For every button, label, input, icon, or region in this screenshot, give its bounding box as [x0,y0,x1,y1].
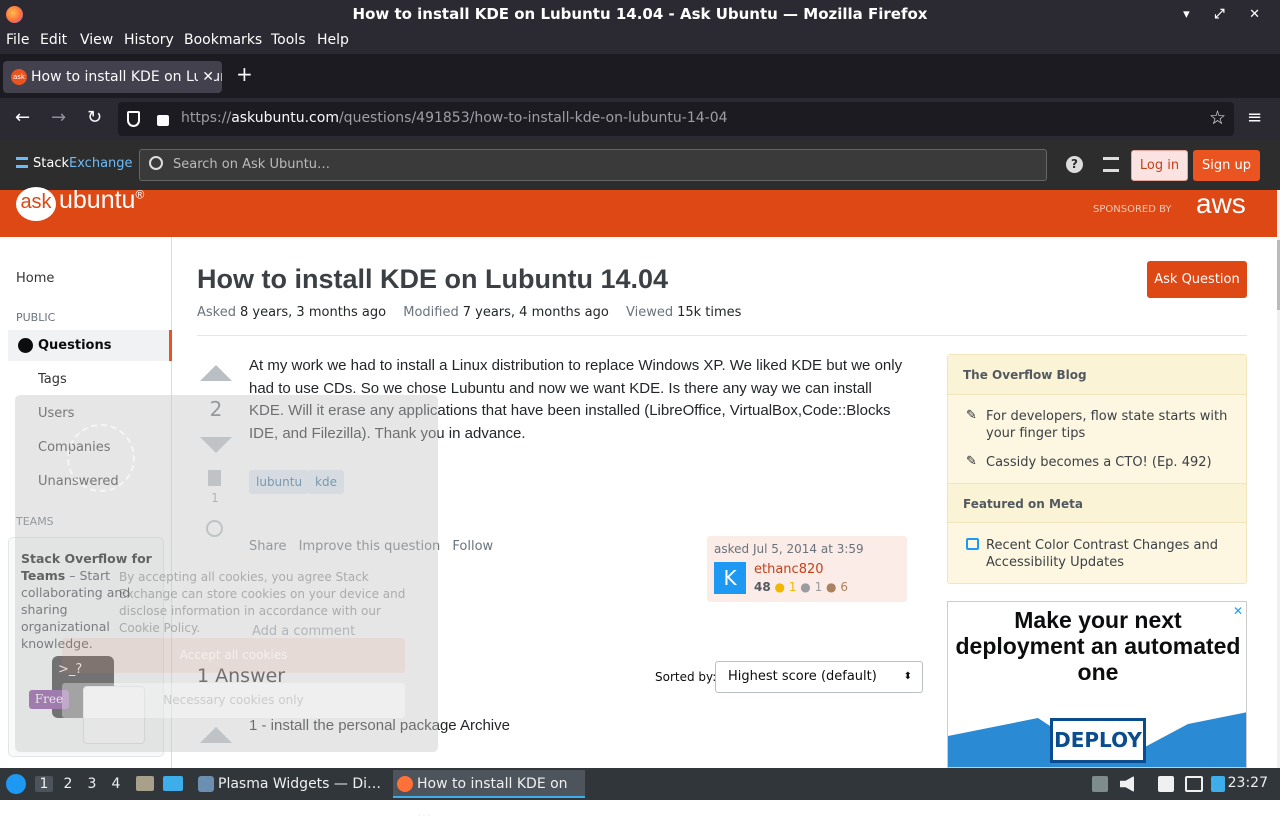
tab-active[interactable]: ask How to install KDE on Lubuntu 14.04 … [3,61,222,93]
globe-icon [18,338,33,353]
sidebar-item-questions[interactable]: Questions [8,330,172,361]
divider [197,335,1247,336]
sort-label: Sorted by: [655,670,717,684]
stackexchange-topbar: StackExchange Search on Ask Ubuntu… ? Lo… [0,140,1280,190]
clipboard-icon[interactable] [1158,776,1174,792]
forward-icon[interactable]: → [51,107,66,128]
sponsored-by-label: SPONSORED BY [1093,204,1172,215]
advertisement[interactable]: Make your next deployment an automated o… [947,601,1247,768]
follow-link[interactable]: Follow [452,539,493,554]
firefox-icon [6,6,23,23]
gold-badge: ● 1 [774,580,797,594]
aws-logo[interactable]: aws [1196,188,1246,220]
cookie-consent-overlay: By accepting all cookies, you agree Stac… [15,395,438,752]
search-icon [149,156,163,170]
ad-deploy-graphic: DEPLOY [1050,718,1146,763]
stackexchange-logo[interactable]: StackExchange [16,156,133,171]
updates-icon[interactable] [1211,776,1225,792]
reload-icon[interactable]: ↻ [87,107,102,128]
firefox-icon [397,776,413,792]
desktop-icon[interactable] [163,776,183,791]
workspace-2[interactable]: 2 [59,776,77,792]
necessary-cookies-button[interactable]: Necessary cookies only [62,683,405,718]
bookmark-star-icon[interactable]: ☆ [1209,107,1226,129]
asked-date[interactable]: asked Jul 5, 2014 at 3:59 [714,542,864,556]
avatar[interactable]: K [714,562,746,594]
network-icon[interactable] [1185,776,1203,792]
blog-heading: The Overflow Blog [948,355,1246,395]
owner-name-link[interactable]: ethanc820 [754,562,824,577]
accept-cookies-button[interactable]: Accept all cookies [62,638,405,673]
chat-bubble-icon [966,538,979,550]
shield-icon[interactable] [127,111,140,127]
menu-history[interactable]: History [124,32,174,48]
tray-arrow-icon[interactable] [1092,776,1108,792]
workspace-1[interactable]: 1 [35,776,53,792]
stackexchange-icon [16,157,28,168]
window-title: How to install KDE on Lubuntu 14.04 - As… [352,5,928,23]
navigation-bar: ← → ↻ https://askubuntu.com/questions/49… [0,98,1280,140]
widgets-icon [198,776,214,792]
sidebar-item-home[interactable]: Home [16,271,54,286]
ask-question-button[interactable]: Ask Question [1147,261,1247,298]
help-icon[interactable]: ? [1066,156,1083,173]
menubar: File Edit View History Bookmarks Tools H… [0,29,1280,54]
overflow-blog-widget: The Overflow Blog ✎ For developers, flow… [947,354,1247,584]
site-switcher-icon[interactable] [1103,157,1119,172]
pencil-icon: ✎ [966,454,977,469]
signup-button[interactable]: Sign up [1193,150,1260,181]
system-taskbar: 1 2 3 4 Plasma Widgets — Di… How to inst… [0,768,1280,820]
menu-edit[interactable]: Edit [40,32,67,48]
meta-item[interactable]: Recent Color Contrast Changes and Access… [986,537,1236,571]
blog-item[interactable]: For developers, flow state starts with y… [986,408,1236,442]
window-titlebar: How to install KDE on Lubuntu 14.04 - As… [0,0,1280,29]
tab-bar: ask How to install KDE on Lubuntu 14.04 … [0,54,1280,98]
menu-view[interactable]: View [80,32,113,48]
site-search-input[interactable]: Search on Ask Ubuntu… [139,149,1047,181]
lock-icon[interactable] [157,115,169,126]
tab-close-icon[interactable]: ✕ [198,61,214,93]
task-firefox[interactable]: How to install KDE on … [393,770,585,820]
cookie-icon [67,424,135,492]
blog-item[interactable]: Cassidy becomes a CTO! (Ep. 492) [986,454,1236,471]
window-controls[interactable]: ▾ ⤢ ✕ [1183,0,1270,29]
meta-heading: Featured on Meta [948,483,1246,523]
silver-badge: ● 1 [800,580,823,594]
pencil-icon: ✎ [966,408,977,423]
upvote-icon[interactable] [200,365,232,381]
workspace-4[interactable]: 4 [107,776,125,792]
sidebar-item-tags[interactable]: Tags [38,372,67,387]
question-title[interactable]: How to install KDE on Lubuntu 14.04 [197,264,668,295]
ask-ubuntu-favicon: ask [11,69,27,85]
task-plasma-widgets[interactable]: Plasma Widgets — Di… [194,770,386,798]
url-bar[interactable]: https://askubuntu.com/questions/491853/h… [118,102,1234,136]
question-owner-card: asked Jul 5, 2014 at 3:59 K ethanc820 48… [707,536,907,602]
login-button[interactable]: Log in [1131,150,1188,181]
back-icon[interactable]: ← [15,107,30,128]
clock[interactable]: 23:27 [1228,775,1268,791]
owner-reputation: 48 ● 1 ● 1 ● 6 [754,580,848,594]
question-meta: Asked 8 years, 3 months ago Modified 7 yea… [197,305,742,320]
sidebar-section-public: PUBLIC [16,311,56,324]
ad-headline: Make your next deployment an automated o… [955,607,1241,685]
url-text[interactable]: https://askubuntu.com/questions/491853/h… [181,110,728,126]
bronze-badge: ● 6 [826,580,848,594]
ask-ubuntu-logo[interactable]: ask ubuntu® [16,186,144,221]
menu-help[interactable]: Help [317,32,349,48]
tab-title: How to install KDE on Lubuntu 14.04 [31,69,222,85]
file-manager-icon[interactable] [136,776,154,791]
menu-file[interactable]: File [6,32,29,48]
new-tab-button[interactable]: + [236,62,253,86]
volume-icon[interactable] [1120,776,1134,792]
hamburger-menu-icon[interactable]: ≡ [1247,107,1262,128]
menu-bookmarks[interactable]: Bookmarks [184,32,262,48]
start-menu-icon[interactable] [6,774,26,794]
menu-tools[interactable]: Tools [271,32,306,48]
select-arrows-icon: ⬍ [903,671,912,682]
workspace-3[interactable]: 3 [83,776,101,792]
ad-close-icon[interactable]: ✕ [1233,604,1243,618]
site-header-banner: ask ubuntu® SPONSORED BY aws [0,186,1277,237]
sort-select[interactable]: Highest score (default) ⬍ [715,661,923,693]
cookie-consent-text: By accepting all cookies, you agree Stac… [119,570,406,635]
